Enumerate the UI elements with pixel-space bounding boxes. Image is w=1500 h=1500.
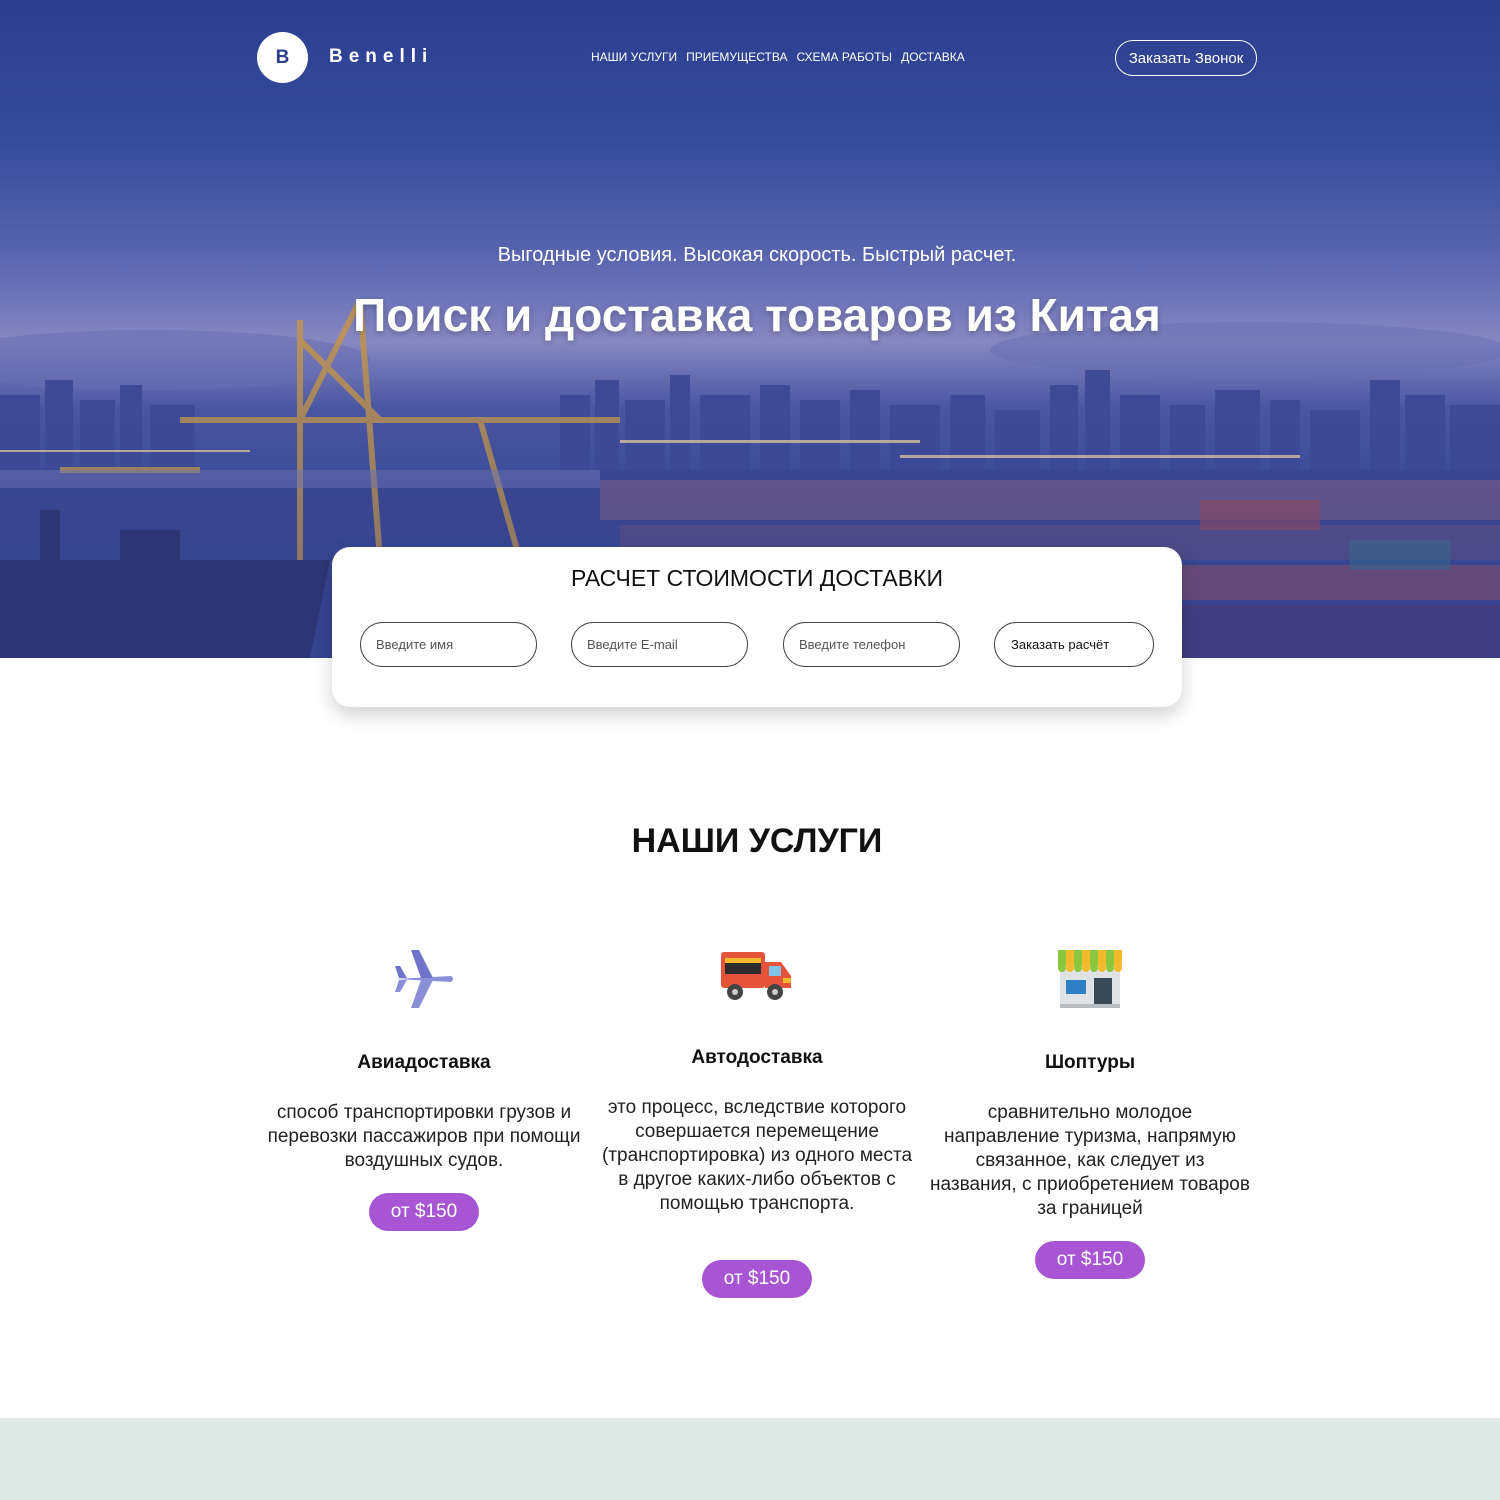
service-name: Шоптуры [1044,1052,1136,1073]
hero-subtitle: Выгодные условия. Высокая скорость. Быст… [497,244,1017,266]
service-name: Авиадоставка [357,1052,491,1073]
brand-name[interactable]: Benelli [329,46,433,68]
calc-title: РАСЧЕТ СТОИМОСТИ ДОСТАВКИ [571,565,943,591]
nav-workflow[interactable]: СХЕМА РАБОТЫ [796,50,892,64]
order-call-button[interactable]: Заказать Звонок [1115,40,1257,76]
order-calc-button[interactable]: Заказать расчёт [994,622,1154,667]
price-badge[interactable]: от $150 [369,1193,479,1231]
shop-icon [1058,950,1122,1008]
main-nav: НАШИ УСЛУГИ ПРИЕМУЩЕСТВА СХЕМА РАБОТЫ ДО… [591,50,965,64]
phone-input[interactable] [783,622,960,667]
price-badge[interactable]: от $150 [1035,1241,1145,1279]
nav-services[interactable]: НАШИ УСЛУГИ [591,50,677,64]
hero-title: Поиск и доставка товаров из Китая [353,289,1161,341]
service-name: Автодоставка [691,1047,823,1068]
next-section-band [0,1418,1500,1500]
truck-icon [721,952,791,1000]
delivery-calc-card: РАСЧЕТ СТОИМОСТИ ДОСТАВКИ Заказать расчё… [332,547,1182,707]
name-input[interactable] [360,622,537,667]
logo[interactable]: B [257,32,308,83]
email-input[interactable] [571,622,748,667]
logo-letter: B [275,46,290,68]
services-title: НАШИ УСЛУГИ [631,822,883,860]
service-description: способ транспортировки грузов и перевозк… [267,1102,581,1171]
service-description: это процесс, вследствие которого соверша… [601,1097,913,1214]
nav-advantages[interactable]: ПРИЕМУЩЕСТВА [686,50,787,64]
nav-delivery[interactable]: ДОСТАВКА [901,50,965,64]
airplane-icon [395,950,453,1008]
service-description: сравнительно молодое направление туризма… [930,1102,1250,1219]
price-badge[interactable]: от $150 [702,1260,812,1298]
